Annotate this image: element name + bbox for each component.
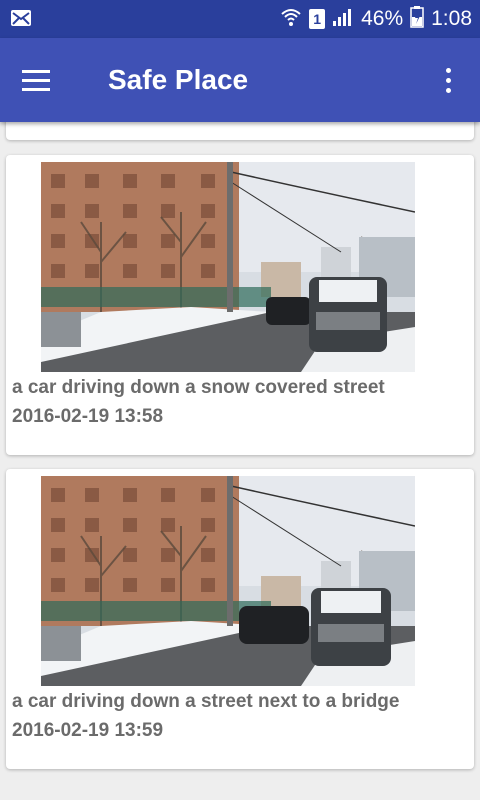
hamburger-menu-icon[interactable] [16, 62, 56, 98]
battery-icon [410, 5, 424, 33]
list-item-caption: a car driving down a street next to a br… [12, 691, 400, 712]
list-item[interactable]: a car driving down a street next to a br… [6, 469, 474, 769]
list-item[interactable] [6, 122, 474, 140]
status-bar: 1 46% 1:08 [0, 0, 480, 38]
clock: 1:08 [431, 7, 472, 30]
more-vert-icon[interactable] [436, 60, 460, 100]
feed-list[interactable]: a car driving down a snow covered street… [0, 122, 480, 800]
list-item[interactable]: a car driving down a snow covered street… [6, 155, 474, 455]
dashcam-street-photo [41, 162, 415, 372]
app-title: Safe Place [108, 64, 249, 95]
dashcam-street-photo [41, 476, 415, 686]
sim-icon: 1 [309, 9, 326, 29]
mail-icon [10, 9, 32, 27]
list-item-caption: a car driving down a snow covered street [12, 377, 385, 398]
signal-icon [332, 7, 354, 32]
list-item-timestamp: 2016-02-19 13:59 [12, 720, 164, 741]
wifi-icon [280, 6, 302, 33]
app-bar: Safe Place [0, 38, 480, 122]
list-item-timestamp: 2016-02-19 13:58 [12, 406, 164, 427]
battery-percent: 46% [361, 7, 404, 30]
